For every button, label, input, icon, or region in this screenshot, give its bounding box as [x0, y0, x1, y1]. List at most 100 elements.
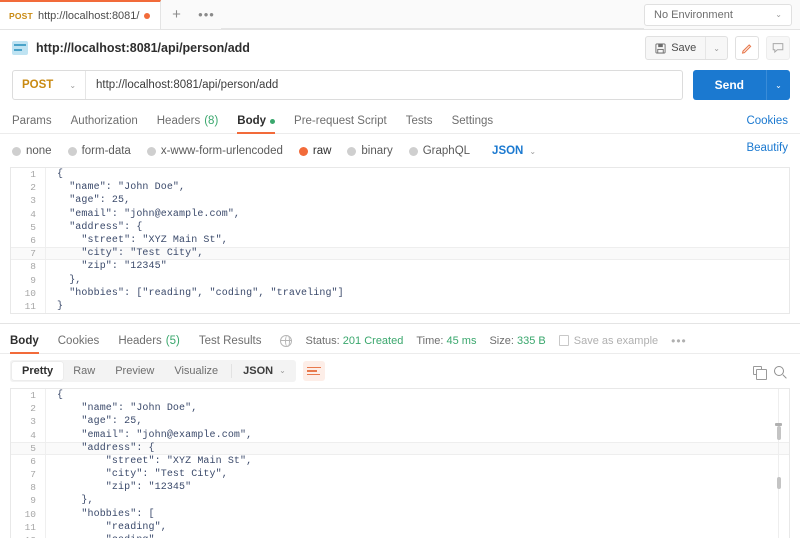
response-code-line[interactable]: 10 "hobbies": [: [11, 508, 789, 521]
response-tab-test-results[interactable]: Test Results: [199, 335, 262, 353]
tab-body[interactable]: Body: [237, 115, 275, 133]
fold-gutter[interactable]: [45, 168, 57, 181]
save-button[interactable]: Save: [646, 37, 705, 59]
request-tab-active[interactable]: POST http://localhost:8081/: [0, 0, 161, 29]
request-code-line[interactable]: 6 "street": "XYZ Main St",: [11, 234, 789, 247]
wrap-lines-icon[interactable]: [303, 361, 325, 381]
body-language-selector[interactable]: JSON ⌄: [492, 145, 536, 157]
request-code-line[interactable]: 2 "name": "John Doe",: [11, 181, 789, 194]
response-scrollbar-marker[interactable]: [777, 477, 781, 489]
fold-gutter[interactable]: [45, 287, 57, 300]
radio-icon: [12, 147, 21, 156]
tab-params[interactable]: Params: [12, 115, 52, 133]
request-code-line[interactable]: 3 "age": 25,: [11, 194, 789, 207]
http-method-selector[interactable]: POST ⌄: [13, 71, 86, 99]
request-code-line[interactable]: 11}: [11, 300, 789, 313]
response-scrollbar-thumb-body[interactable]: [777, 426, 781, 440]
fold-gutter[interactable]: [45, 468, 57, 481]
line-number: 4: [11, 209, 45, 220]
response-code-line[interactable]: 8 "zip": "12345": [11, 481, 789, 494]
response-more-options-button[interactable]: •••: [671, 334, 687, 348]
view-visualize[interactable]: Visualize: [164, 362, 228, 380]
search-icon[interactable]: [768, 360, 790, 382]
body-type-binary[interactable]: binary: [347, 145, 392, 157]
comments-button[interactable]: [766, 36, 790, 60]
fold-gutter[interactable]: [45, 300, 57, 313]
request-code-line[interactable]: 9 },: [11, 274, 789, 287]
response-scrollbar-track[interactable]: [778, 389, 779, 538]
tab-label: Body: [237, 115, 266, 127]
request-code-line[interactable]: 7 "city": "Test City",: [11, 247, 789, 260]
tab-tests[interactable]: Tests: [406, 115, 433, 133]
response-code-line[interactable]: 5 "address": {: [11, 442, 789, 455]
response-code-line[interactable]: 11 "reading",: [11, 521, 789, 534]
body-type-none[interactable]: none: [12, 145, 52, 157]
view-preview[interactable]: Preview: [105, 362, 164, 380]
url-input[interactable]: [86, 71, 682, 99]
request-code-line[interactable]: 4 "email": "john@example.com",: [11, 208, 789, 221]
status-value: 201 Created: [343, 335, 404, 347]
response-code-line[interactable]: 12 "coding",: [11, 534, 789, 538]
save-as-example-button[interactable]: Save as example: [559, 335, 658, 347]
response-code-line[interactable]: 9 },: [11, 494, 789, 507]
tab-options-button[interactable]: •••: [191, 0, 221, 29]
new-tab-button[interactable]: +: [161, 0, 191, 29]
response-code-line[interactable]: 7 "city": "Test City",: [11, 468, 789, 481]
beautify-link[interactable]: Beautify: [746, 142, 788, 160]
send-button[interactable]: Send: [693, 70, 766, 100]
view-raw[interactable]: Raw: [63, 362, 105, 380]
fold-gutter[interactable]: [45, 194, 57, 207]
request-code-line[interactable]: 5 "address": {: [11, 221, 789, 234]
fold-gutter[interactable]: [45, 455, 57, 468]
send-options-button[interactable]: ⌄: [766, 70, 790, 100]
response-code-line[interactable]: 4 "email": "john@example.com",: [11, 428, 789, 441]
request-code-line[interactable]: 10 "hobbies": ["reading", "coding", "tra…: [11, 287, 789, 300]
fold-gutter[interactable]: [45, 221, 57, 234]
response-tab-body[interactable]: Body: [10, 335, 39, 353]
tab-label: Tests: [406, 115, 433, 127]
tab-pre-request-script[interactable]: Pre-request Script: [294, 115, 387, 133]
response-tab-headers[interactable]: Headers (5): [118, 335, 180, 353]
response-code-line[interactable]: 6 "street": "XYZ Main St",: [11, 455, 789, 468]
request-code-line[interactable]: 8 "zip": "12345": [11, 260, 789, 273]
fold-gutter[interactable]: [45, 208, 57, 221]
body-type-form-data[interactable]: form-data: [68, 145, 131, 157]
body-type-raw[interactable]: raw: [299, 145, 332, 157]
tab-authorization[interactable]: Authorization: [71, 115, 138, 133]
fold-gutter[interactable]: [45, 389, 57, 402]
response-language-selector[interactable]: JSON ⌄: [235, 362, 294, 380]
fold-gutter[interactable]: [45, 248, 57, 259]
save-label: Save: [671, 42, 696, 54]
environment-selector[interactable]: No Environment ⌄: [644, 4, 792, 26]
save-options-button[interactable]: ⌄: [705, 37, 727, 59]
fold-gutter[interactable]: [45, 234, 57, 247]
fold-gutter[interactable]: [45, 481, 57, 494]
fold-gutter[interactable]: [45, 443, 57, 454]
response-body-viewer[interactable]: 1{2 "name": "John Doe",3 "age": 25,4 "em…: [10, 388, 790, 538]
fold-gutter[interactable]: [45, 428, 57, 441]
body-type-graphql[interactable]: GraphQL: [409, 145, 470, 157]
edit-request-button[interactable]: [735, 36, 759, 60]
cookies-link[interactable]: Cookies: [746, 115, 788, 133]
body-type-urlencoded[interactable]: x-www-form-urlencoded: [147, 145, 283, 157]
fold-gutter[interactable]: [45, 260, 57, 273]
response-code-line[interactable]: 2 "name": "John Doe",: [11, 402, 789, 415]
code-text: "hobbies": ["reading", "coding", "travel…: [57, 288, 344, 299]
response-code-line[interactable]: 1{: [11, 389, 789, 402]
view-pretty[interactable]: Pretty: [12, 362, 63, 380]
response-tab-cookies[interactable]: Cookies: [58, 335, 100, 353]
fold-gutter[interactable]: [45, 521, 57, 534]
copy-icon[interactable]: [746, 360, 768, 382]
tab-settings[interactable]: Settings: [452, 115, 494, 133]
request-code-line[interactable]: 1{: [11, 168, 789, 181]
response-code-line[interactable]: 3 "age": 25,: [11, 415, 789, 428]
fold-gutter[interactable]: [45, 181, 57, 194]
request-body-editor[interactable]: 1{2 "name": "John Doe",3 "age": 25,4 "em…: [10, 167, 790, 314]
fold-gutter[interactable]: [45, 415, 57, 428]
fold-gutter[interactable]: [45, 534, 57, 538]
tab-headers[interactable]: Headers (8): [157, 115, 219, 133]
fold-gutter[interactable]: [45, 494, 57, 507]
fold-gutter[interactable]: [45, 274, 57, 287]
fold-gutter[interactable]: [45, 402, 57, 415]
fold-gutter[interactable]: [45, 508, 57, 521]
